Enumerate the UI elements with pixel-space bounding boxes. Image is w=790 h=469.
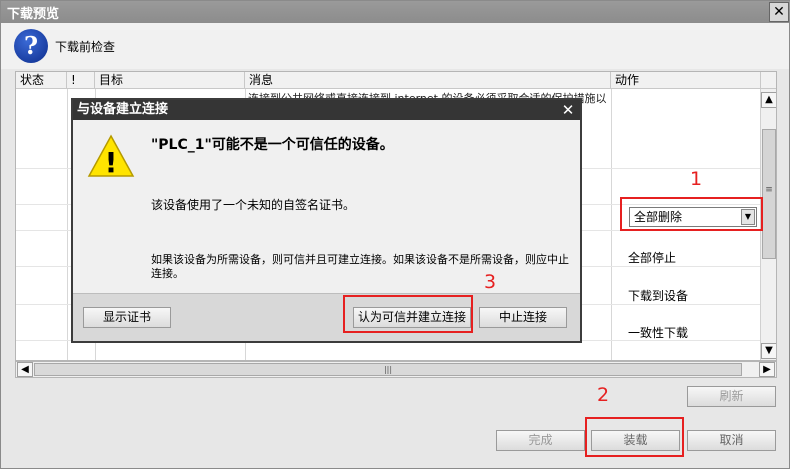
dialog-close-button[interactable]: ✕ <box>559 101 577 119</box>
dialog-titlebar: 与设备建立连接 ✕ <box>73 100 580 120</box>
scroll-up-button[interactable]: ▲ <box>761 92 776 108</box>
col-status[interactable]: 状态 <box>16 72 67 89</box>
col-target[interactable]: 目标 <box>95 72 245 89</box>
vertical-scroll-thumb[interactable]: ≡ <box>762 129 776 259</box>
action-consistent-download: 一致性下载 <box>628 326 689 340</box>
dialog-message-advice: 如果该设备为所需设备，则可信并且可建立连接。如果该设备不是所需设备，则应中止连接… <box>151 253 569 280</box>
cancel-button[interactable]: 取消 <box>687 430 776 451</box>
dialog-inner: 与设备建立连接 ✕ ! "PLC_1"可能不是一个可信任的设备。 该设备使用了一… <box>73 100 580 341</box>
refresh-button[interactable]: 刷新 <box>687 386 776 407</box>
annotation-box-2 <box>585 417 684 457</box>
col-message[interactable]: 消息 <box>245 72 611 89</box>
question-icon: ? <box>14 29 48 63</box>
annotation-box-1 <box>620 197 763 231</box>
window-title: 下载预览 <box>7 7 60 22</box>
dialog-title: 与设备建立连接 <box>77 102 169 117</box>
col-alert[interactable]: ! <box>67 72 95 89</box>
window-close-button[interactable]: ✕ <box>769 2 789 22</box>
dialog-message-cert: 该设备使用了一个未知的自签名证书。 <box>151 198 356 212</box>
warning-icon: ! <box>87 134 135 178</box>
action-stop-all: 全部停止 <box>628 251 677 265</box>
annotation-number-3: 3 <box>484 271 497 293</box>
connect-device-dialog: 与设备建立连接 ✕ ! "PLC_1"可能不是一个可信任的设备。 该设备使用了一… <box>71 98 582 343</box>
scroll-down-button[interactable]: ▼ <box>761 343 776 359</box>
scroll-left-button[interactable]: ◀ <box>17 362 33 377</box>
horizontal-scrollbar[interactable]: ◀ ||| ▶ <box>15 361 777 378</box>
show-certificate-button[interactable]: 显示证书 <box>83 307 171 328</box>
dialog-footer: 显示证书 认为可信并建立连接 中止连接 <box>73 293 580 341</box>
table-header: 状态 ! 目标 消息 动作 <box>16 72 776 89</box>
scroll-right-button[interactable]: ▶ <box>759 362 775 377</box>
window-titlebar: 下载预览 ✕ <box>1 1 790 23</box>
dialog-heading: "PLC_1"可能不是一个可信任的设备。 <box>151 137 394 153</box>
header-bar: ? 下载前检查 <box>1 23 789 69</box>
dialog-body: ! "PLC_1"可能不是一个可信任的设备。 该设备使用了一个未知的自签名证书。… <box>73 120 580 293</box>
header-label: 下载前检查 <box>55 40 116 54</box>
action-download-to-device: 下载到设备 <box>628 289 689 303</box>
finish-button[interactable]: 完成 <box>496 430 585 451</box>
col-action[interactable]: 动作 <box>611 72 761 89</box>
horizontal-scroll-thumb[interactable]: ||| <box>34 363 742 376</box>
annotation-number-2: 2 <box>597 384 610 406</box>
col-divider <box>67 89 68 360</box>
warning-glyph: ! <box>105 146 118 178</box>
annotation-box-3 <box>343 295 473 333</box>
annotation-number-1: 1 <box>690 168 703 190</box>
abort-connection-button[interactable]: 中止连接 <box>479 307 567 328</box>
col-divider <box>611 89 612 360</box>
